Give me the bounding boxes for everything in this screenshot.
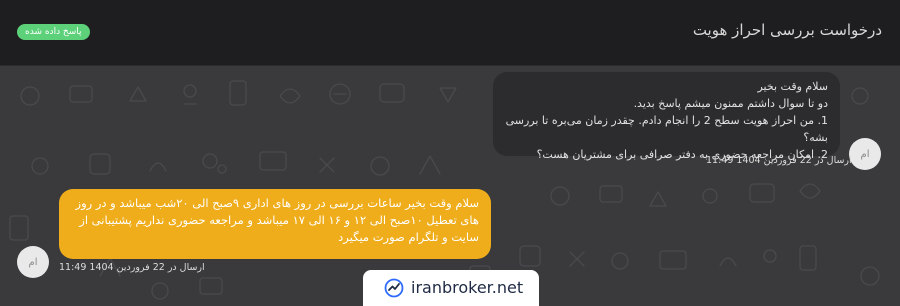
status-badge: پاسخ داده شده (17, 24, 90, 40)
watermark-text: iranbroker.net (411, 278, 524, 297)
message-timestamp: ارسال در 22 فروردین 1404 11:49 (706, 155, 852, 166)
message-line: 1. من احراز هویت سطح 2 را انجام دادم. چق… (505, 114, 828, 144)
trend-check-icon (384, 278, 404, 298)
ticket-title: درخواست بررسی احراز هویت (692, 21, 882, 39)
watermark: iranbroker.net (363, 270, 539, 306)
message-received: سلام وقت بخیر دو تا سوال داشتم ممنون میش… (493, 72, 840, 161)
avatar: ام (849, 138, 881, 170)
message-line: سلام وقت بخیر (757, 80, 828, 93)
ticket-header: درخواست بررسی احراز هویت پاسخ داده شده (0, 0, 900, 66)
avatar: ام (17, 246, 49, 278)
message-timestamp: ارسال در 22 فروردین 1404 11:49 (59, 262, 205, 273)
message-line: دو تا سوال داشتم ممنون میشم پاسخ بدید. (633, 97, 828, 110)
message-sent: سلام وقت بخیر ساعات بررسی در روز های ادا… (59, 189, 491, 259)
